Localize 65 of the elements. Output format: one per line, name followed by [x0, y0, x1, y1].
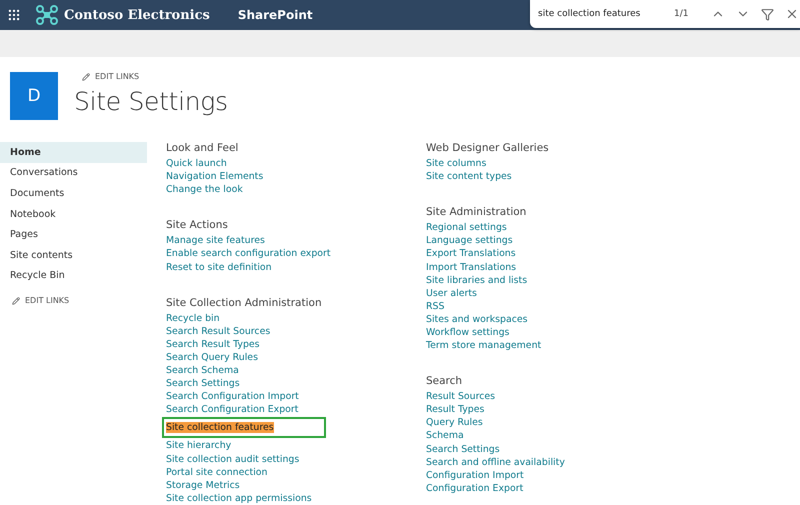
- settings-link[interactable]: Recycle bin: [166, 312, 220, 324]
- settings-link[interactable]: Sites and workspaces: [426, 314, 528, 325]
- nav-link[interactable]: Documents: [0, 183, 147, 204]
- settings-link[interactable]: Configuration Import: [426, 470, 524, 481]
- settings-link[interactable]: Site collection audit settings: [166, 454, 300, 465]
- drone-logo-icon: [36, 5, 58, 25]
- nav-link[interactable]: Conversations: [0, 162, 147, 184]
- settings-link[interactable]: Search Query Rules: [166, 352, 258, 363]
- settings-link[interactable]: Workflow settings: [426, 326, 510, 338]
- highlighted-settings-link[interactable]: Site collection features: [166, 422, 274, 434]
- section-heading: Site Administration: [426, 206, 528, 220]
- nav-link[interactable]: Home: [0, 142, 147, 163]
- settings-link[interactable]: Search and offline availability: [426, 456, 565, 468]
- grid-dots-icon: [7, 8, 21, 22]
- settings-link[interactable]: Search Result Types: [166, 338, 260, 350]
- settings-link[interactable]: Navigation Elements: [166, 171, 264, 182]
- app-name: Contoso Electronics: [64, 8, 210, 22]
- settings-link[interactable]: Search Settings: [426, 444, 500, 455]
- section-heading: Site Collection Administration: [166, 296, 323, 311]
- settings-link[interactable]: Search Result Sources: [166, 326, 270, 337]
- settings-link[interactable]: RSS: [426, 300, 444, 312]
- settings-link[interactable]: Configuration Export: [426, 482, 524, 494]
- settings-link[interactable]: Site content types: [426, 171, 512, 182]
- settings-link[interactable]: Reset to site definition: [166, 262, 272, 273]
- nav-link[interactable]: Notebook: [0, 204, 147, 224]
- settings-link[interactable]: Site columns: [426, 158, 486, 170]
- settings-link[interactable]: Query Rules: [426, 417, 483, 428]
- settings-link[interactable]: Storage Metrics: [166, 480, 240, 491]
- section-heading: Web Designer Galleries: [426, 142, 550, 156]
- pencil-icon: [82, 72, 90, 80]
- section-heading: Look and Feel: [166, 142, 240, 156]
- settings-link[interactable]: Result Types: [426, 404, 484, 416]
- nav-link[interactable]: Pages: [0, 224, 147, 245]
- nav-link[interactable]: Recycle Bin: [0, 266, 147, 286]
- settings-link[interactable]: Site collection app permissions: [166, 492, 312, 504]
- settings-link[interactable]: Regional settings: [426, 222, 507, 234]
- settings-link[interactable]: Search Configuration Export: [166, 404, 298, 416]
- section-heading: Search: [426, 375, 464, 390]
- settings-link[interactable]: Import Translations: [426, 262, 516, 273]
- settings-link[interactable]: Site libraries and lists: [426, 274, 528, 286]
- settings-link[interactable]: Export Translations: [426, 248, 516, 260]
- settings-link[interactable]: Portal site connection: [166, 466, 268, 478]
- match-count: 1/1: [674, 9, 690, 19]
- settings-link[interactable]: Site hierarchy: [166, 440, 232, 452]
- page-title: Site Settings: [74, 87, 228, 116]
- settings-link[interactable]: Language settings: [426, 235, 513, 246]
- filter-icon: [760, 8, 774, 20]
- settings-link[interactable]: Result Sources: [426, 391, 496, 402]
- settings-link[interactable]: Change the look: [166, 184, 243, 196]
- settings-link[interactable]: Search Configuration Import: [166, 391, 299, 402]
- settings-link[interactable]: Enable search configuration export: [166, 248, 331, 260]
- site-logo-tile: D: [10, 72, 58, 120]
- edit-links-link[interactable]: EDIT LINKS: [82, 72, 228, 81]
- settings-link[interactable]: Quick launch: [166, 158, 227, 170]
- edit-links-link[interactable]: EDIT LINKS: [12, 296, 147, 306]
- pencil-icon: [12, 296, 20, 305]
- section-heading: Site Actions: [166, 219, 229, 234]
- settings-link[interactable]: Manage site features: [166, 235, 265, 246]
- settings-link[interactable]: Schema: [426, 430, 464, 442]
- settings-link[interactable]: User alerts: [426, 288, 477, 299]
- settings-link[interactable]: Term store management: [426, 340, 542, 352]
- product-name[interactable]: SharePoint: [238, 8, 313, 22]
- settings-link[interactable]: Search Schema: [166, 364, 239, 376]
- nav-link[interactable]: Site contents: [0, 244, 147, 266]
- settings-link[interactable]: Search Settings: [166, 378, 240, 390]
